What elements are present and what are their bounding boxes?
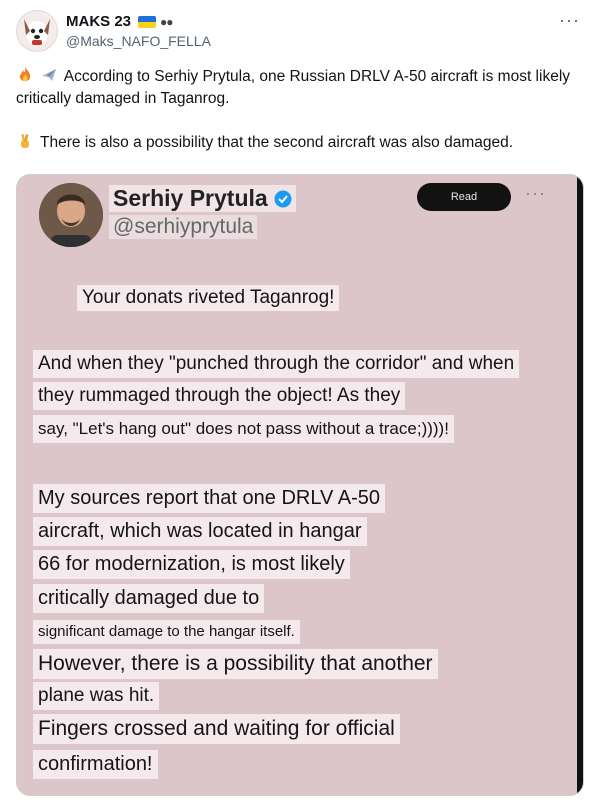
author-handle[interactable]: @Maks_NAFO_FELLA (66, 33, 211, 49)
media-line-11: plane was hit. (33, 682, 160, 710)
media-line-12: Fingers crossed and waiting for official (33, 714, 400, 744)
tweet-header: MAKS 23 ●● @Maks_NAFO_FELLA ··· (16, 10, 582, 58)
author-display-name-row: MAKS 23 ●● (66, 13, 211, 30)
author-display-name[interactable]: MAKS 23 (66, 13, 131, 30)
media-edge (577, 175, 583, 795)
tweet-line-1-text: According to Serhiy Prytula, one Russian… (16, 68, 571, 107)
tweet-line-2-text: There is also a possibility that the sec… (40, 134, 514, 151)
media-line-7: 66 for modernization, is most likely (33, 550, 350, 579)
media-line-13: confirmation! (33, 750, 158, 779)
screenshot-media[interactable]: Serhiy Prytula @serhiyprytula Read ··· Y… (16, 174, 584, 796)
ukraine-flag-icon (138, 15, 157, 28)
verified-badge-icon (274, 190, 292, 207)
tweet-text: According to Serhiy Prytula, one Russian… (16, 66, 582, 154)
media-line-5: My sources report that one DRLV A-50 (33, 484, 386, 513)
media-more-icon: ··· (525, 183, 546, 203)
tweet-line-2: There is also a possibility that the sec… (16, 132, 582, 154)
eyes-icon: ●● (160, 14, 173, 29)
media-line-2: And when they "punched through the corri… (33, 350, 520, 378)
media-line-9: significant damage to the hangar itself. (33, 620, 300, 644)
media-line-1: Your donats riveted Taganrog! (77, 285, 340, 311)
cartoon-dog-avatar-icon (24, 19, 50, 45)
tweet-line-1: According to Serhiy Prytula, one Russian… (16, 66, 582, 110)
author-avatar[interactable] (16, 10, 58, 52)
media-name-row: Serhiy Prytula (109, 185, 296, 212)
author-names: MAKS 23 ●● @Maks_NAFO_FELLA (66, 13, 211, 49)
media-line-3: they rummaged through the object! As the… (33, 382, 406, 410)
airplane-icon (42, 69, 57, 81)
read-button[interactable]: Read (417, 183, 511, 211)
media-line-6: aircraft, which was located in hangar (33, 517, 367, 546)
media-line-4: say, "Let's hang out" does not pass with… (33, 415, 454, 443)
media-handle: @serhiyprytula (109, 215, 258, 239)
fire-icon (19, 67, 31, 82)
media-line-10: However, there is a possibility that ano… (33, 649, 438, 679)
crossed-fingers-icon (21, 133, 29, 148)
media-line-8: critically damaged due to (33, 584, 265, 613)
person-photo-icon (39, 183, 103, 247)
more-options-icon[interactable]: ··· (559, 10, 580, 31)
prytula-avatar (39, 183, 103, 247)
media-display-name: Serhiy Prytula (113, 185, 268, 211)
